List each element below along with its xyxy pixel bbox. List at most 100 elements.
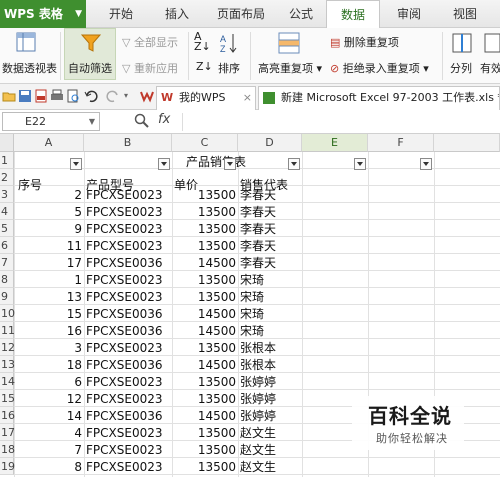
name-box[interactable]: E22 ▼ xyxy=(2,112,100,131)
filter-dropdown-e[interactable] xyxy=(354,158,366,170)
cell-price[interactable]: 14500 xyxy=(172,255,238,272)
tab-document[interactable]: 新建 Microsoft Excel 97-2003 工作表.xls * xyxy=(258,86,500,110)
cell-serial[interactable]: 3 xyxy=(14,340,84,357)
cell-price[interactable]: 13500 xyxy=(172,204,238,221)
reapply-button[interactable]: ▽ 重新应用 xyxy=(122,60,178,76)
cell-price[interactable]: 14500 xyxy=(172,306,238,323)
tab-view[interactable]: 视图 xyxy=(440,0,490,28)
cell-price[interactable]: 14500 xyxy=(172,357,238,374)
delete-duplicates-button[interactable]: ▤ 删除重复项 xyxy=(330,34,399,50)
cell-serial[interactable]: 5 xyxy=(14,204,84,221)
cell-rep[interactable]: 张婷婷 xyxy=(240,374,302,391)
cell-model[interactable]: FPCXSE0036 xyxy=(86,255,172,272)
zoom-search-icon[interactable] xyxy=(134,113,150,132)
cell-serial[interactable]: 11 xyxy=(14,238,84,255)
cell-serial[interactable]: 15 xyxy=(14,306,84,323)
wps-menu-button[interactable]: WPS 表格 ▼ xyxy=(0,0,86,28)
cell-price[interactable]: 13500 xyxy=(172,391,238,408)
row-header-8[interactable]: 8 xyxy=(0,271,14,288)
cell-rep[interactable]: 宋琦 xyxy=(240,289,302,306)
redo-icon[interactable] xyxy=(106,89,120,103)
cell-price[interactable]: 13500 xyxy=(172,459,238,476)
formula-input[interactable] xyxy=(182,113,498,131)
cell-serial[interactable]: 13 xyxy=(14,289,84,306)
cell-price[interactable]: 13500 xyxy=(172,221,238,238)
cell-rep[interactable]: 李春天 xyxy=(240,204,302,221)
filter-dropdown-c[interactable] xyxy=(224,158,236,170)
tab-home[interactable]: 开始 xyxy=(96,0,146,28)
column-header-c[interactable]: C xyxy=(172,134,238,152)
cell-serial[interactable]: 2 xyxy=(14,187,84,204)
tab-data[interactable]: 数据 xyxy=(326,0,380,28)
cell-model[interactable]: FPCXSE0036 xyxy=(86,357,172,374)
row-header-9[interactable]: 9 xyxy=(0,288,14,305)
close-icon[interactable]: × xyxy=(243,87,252,109)
cell-rep[interactable]: 张根本 xyxy=(240,340,302,357)
cell-rep[interactable]: 宋琦 xyxy=(240,323,302,340)
cell-serial[interactable]: 18 xyxy=(14,357,84,374)
row-header-7[interactable]: 7 xyxy=(0,254,14,271)
cell-model[interactable]: FPCXSE0023 xyxy=(86,391,172,408)
chevron-down-icon[interactable]: ▼ xyxy=(89,113,95,130)
cell-model[interactable]: FPCXSE0023 xyxy=(86,238,172,255)
cell-price[interactable]: 13500 xyxy=(172,340,238,357)
cell-model[interactable]: FPCXSE0036 xyxy=(86,408,172,425)
cell-model[interactable]: FPCXSE0023 xyxy=(86,340,172,357)
cell-price[interactable]: 13500 xyxy=(172,187,238,204)
cell-model[interactable]: FPCXSE0036 xyxy=(86,323,172,340)
cell-price[interactable]: 13500 xyxy=(172,289,238,306)
row-header-19[interactable]: 19 xyxy=(0,458,15,475)
print-preview-icon[interactable] xyxy=(66,89,80,103)
cell-price[interactable]: 13500 xyxy=(172,238,238,255)
cell-rep[interactable]: 李春天 xyxy=(240,221,302,238)
cell-serial[interactable]: 8 xyxy=(14,459,84,476)
select-all-corner[interactable] xyxy=(0,134,14,152)
row-header-3[interactable]: 3 xyxy=(0,186,14,203)
cell-serial[interactable]: 6 xyxy=(14,374,84,391)
row-header-2[interactable]: 2 xyxy=(0,169,14,186)
filter-dropdown-a[interactable] xyxy=(70,158,82,170)
cell-price[interactable]: 13500 xyxy=(172,272,238,289)
row-header-14[interactable]: 14 xyxy=(0,373,15,390)
save-icon[interactable] xyxy=(18,89,32,103)
cell-serial[interactable]: 16 xyxy=(14,323,84,340)
cell-rep[interactable]: 张根本 xyxy=(240,357,302,374)
cell-rep[interactable]: 宋琦 xyxy=(240,306,302,323)
cell-model[interactable]: FPCXSE0023 xyxy=(86,187,172,204)
row-header-13[interactable]: 13 xyxy=(0,356,15,373)
tab-my-wps[interactable]: W 我的WPS × xyxy=(156,86,256,110)
tab-page-layout[interactable]: 页面布局 xyxy=(206,0,276,28)
row-header-15[interactable]: 15 xyxy=(0,390,15,407)
print-icon[interactable] xyxy=(50,89,64,103)
cell-model[interactable]: FPCXSE0036 xyxy=(86,306,172,323)
cell-price[interactable]: 13500 xyxy=(172,442,238,459)
cell-rep[interactable]: 李春天 xyxy=(240,187,302,204)
row-header-17[interactable]: 17 xyxy=(0,424,15,441)
show-all-button[interactable]: ▽ 全部显示 xyxy=(122,34,178,50)
cell-serial[interactable]: 12 xyxy=(14,391,84,408)
cell-serial[interactable]: 14 xyxy=(14,408,84,425)
row-header-6[interactable]: 6 xyxy=(0,237,14,254)
filter-dropdown-f[interactable] xyxy=(420,158,432,170)
row-header-10[interactable]: 10 xyxy=(0,305,15,322)
cell-model[interactable]: FPCXSE0023 xyxy=(86,289,172,306)
cell-model[interactable]: FPCXSE0023 xyxy=(86,374,172,391)
column-header-a[interactable]: A xyxy=(14,134,84,152)
row-header-1[interactable]: 1 xyxy=(0,152,14,169)
reject-duplicates-button[interactable]: ⊘ 拒绝录入重复项 ▾ xyxy=(330,60,429,76)
cell-rep[interactable]: 赵文生 xyxy=(240,425,302,442)
cell-price[interactable]: 14500 xyxy=(172,323,238,340)
cell-model[interactable]: FPCXSE0023 xyxy=(86,425,172,442)
row-header-16[interactable]: 16 xyxy=(0,407,15,424)
cell-rep[interactable]: 赵文生 xyxy=(240,442,302,459)
column-header-e[interactable]: E xyxy=(302,134,368,152)
row-header-18[interactable]: 18 xyxy=(0,441,15,458)
column-header-b[interactable]: B xyxy=(84,134,172,152)
row-header-11[interactable]: 11 xyxy=(0,322,15,339)
column-header-f[interactable]: F xyxy=(368,134,434,152)
pivot-table-button[interactable]: 数据透视表 xyxy=(2,60,57,76)
cell-model[interactable]: FPCXSE0023 xyxy=(86,221,172,238)
open-folder-icon[interactable] xyxy=(2,89,16,103)
cell-serial[interactable]: 7 xyxy=(14,442,84,459)
export-pdf-icon[interactable] xyxy=(34,89,48,103)
